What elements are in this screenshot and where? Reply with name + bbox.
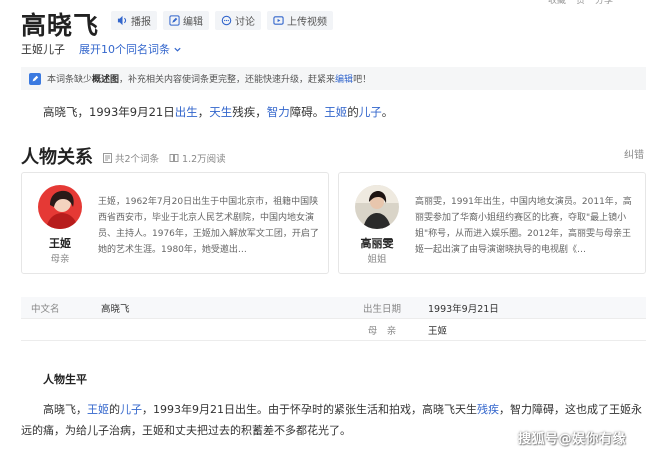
avatar: [38, 185, 82, 229]
intro-text: ，: [197, 105, 210, 119]
edit-label: 编辑: [183, 17, 203, 28]
book-icon: [169, 154, 179, 162]
chat-icon: [221, 15, 232, 26]
broadcast-label: 播报: [131, 17, 151, 28]
relation-type: 姐姐: [367, 254, 387, 265]
info-value: 王姬: [428, 325, 448, 337]
chevron-down-icon: [174, 47, 181, 52]
relation-desc: 王姬，1962年7月20日出生于中国北京市，祖籍中国陕西省西安市，毕业于北京人民…: [98, 197, 319, 255]
relation-card-sister[interactable]: 高丽雯 姐姐 高丽雯，1991年出生，中国内地女演员。2011年，高丽雯参加了华…: [338, 172, 646, 274]
info-key: 母 亲: [367, 325, 397, 337]
like-link[interactable]: 赞: [576, 0, 585, 6]
info-key: 中文名: [31, 303, 60, 315]
link-intelligence[interactable]: 智力: [267, 105, 290, 119]
life-text: 的: [109, 403, 120, 416]
intro-summary: 高晓飞，1993年9月21日出生，天生残疾，智力障碍。王姬的儿子。: [43, 104, 393, 120]
info-value: 高晓飞: [101, 303, 130, 315]
favorite-link[interactable]: 收藏: [548, 0, 566, 6]
broadcast-button[interactable]: 播报: [111, 11, 157, 30]
notice-text-mid: ，补充相关内容使词条更完整，还能快速升级，赶紧来: [119, 75, 336, 85]
intro-text: 残疾，: [232, 105, 267, 119]
entries-count[interactable]: 共2个词条: [103, 151, 159, 165]
page-title: 高晓飞: [21, 11, 100, 40]
edit-notice-icon: [29, 72, 41, 85]
pencil-icon: [169, 15, 180, 26]
life-text: 高晓飞，: [43, 403, 87, 416]
speaker-icon: [117, 15, 127, 26]
relation-card-mother[interactable]: 王姬 母亲 王姬，1962年7月20日出生于中国北京市，祖籍中国陕西省西安市，毕…: [21, 172, 329, 274]
link-disability[interactable]: 残疾: [477, 403, 499, 416]
sohu-watermark: 搜狐号@娱你有缘: [518, 432, 627, 447]
relation-type: 母亲: [50, 254, 70, 265]
intro-text: 障碍。: [289, 105, 325, 119]
report-error-link[interactable]: 纠错: [624, 146, 644, 161]
link-wangji[interactable]: 王姬: [87, 403, 109, 416]
link-wangji[interactable]: 王姬: [324, 105, 347, 119]
relations-header: 人物关系 共2个词条 1.2万阅读: [21, 143, 226, 169]
share-link[interactable]: 分享: [595, 0, 613, 6]
discuss-label: 讨论: [235, 17, 255, 28]
table-row: 母 亲 王姬: [21, 319, 646, 341]
avatar: [355, 185, 399, 229]
notice-text-bold: 概述图: [92, 75, 120, 85]
info-key: 出生日期: [362, 303, 401, 315]
notice-edit-link[interactable]: 编辑: [335, 72, 353, 85]
relations-title: 人物关系: [21, 147, 93, 168]
subtitle-son: 王姬儿子: [21, 43, 65, 56]
title-actions: 播报 编辑 讨论 上传视频: [111, 11, 333, 30]
intro-text: 。: [381, 105, 394, 119]
document-icon: [103, 153, 112, 163]
incomplete-notice: 本词条缺少 概述图 ，补充相关内容使词条更完整，还能快速升级，赶紧来 编辑 吧！: [21, 67, 646, 90]
link-birth[interactable]: 出生: [175, 105, 198, 119]
link-congenital[interactable]: 天生: [209, 105, 232, 119]
intro-text: 高晓飞，1993年9月21日: [43, 105, 175, 119]
discuss-button[interactable]: 讨论: [215, 11, 261, 30]
top-toolbar-clipped: 收藏 赞 分享: [548, 0, 660, 6]
notice-text-post: 吧！: [353, 75, 372, 85]
entries-count-label: 共2个词条: [115, 154, 160, 165]
relation-desc: 高丽雯，1991年出生，中国内地女演员。2011年，高丽雯参加了华裔小姐纽约赛区…: [415, 197, 632, 255]
life-heading: 人物生平: [43, 373, 87, 386]
intro-text: 的: [347, 105, 359, 119]
link-son[interactable]: 儿子: [359, 105, 382, 119]
notice-text-pre: 本词条缺少: [47, 75, 93, 85]
upload-video-label: 上传视频: [287, 17, 327, 28]
expand-homonyms-link[interactable]: 展开10个同名词条: [79, 41, 182, 57]
edit-button[interactable]: 编辑: [163, 11, 209, 30]
view-count-label: 1.2万阅读: [182, 154, 226, 165]
link-son[interactable]: 儿子: [120, 403, 142, 416]
table-row: 中文名 高晓飞 出生日期 1993年9月21日: [21, 297, 646, 319]
upload-video-button[interactable]: 上传视频: [267, 11, 333, 30]
basic-info-table: 中文名 高晓飞 出生日期 1993年9月21日 母 亲 王姬: [21, 297, 646, 341]
view-count: 1.2万阅读: [169, 151, 226, 165]
subtitle-row: 王姬儿子 展开10个同名词条: [21, 41, 182, 57]
video-icon: [273, 16, 284, 25]
info-value: 1993年9月21日: [428, 303, 499, 315]
expand-homonyms-label: 展开10个同名词条: [79, 43, 170, 56]
relation-name: 王姬: [49, 237, 71, 250]
life-text: ，1993年9月21日出生。由于怀孕时的紧张生活和拍戏，高晓飞天生: [142, 403, 477, 416]
relation-name: 高丽雯: [360, 237, 394, 250]
